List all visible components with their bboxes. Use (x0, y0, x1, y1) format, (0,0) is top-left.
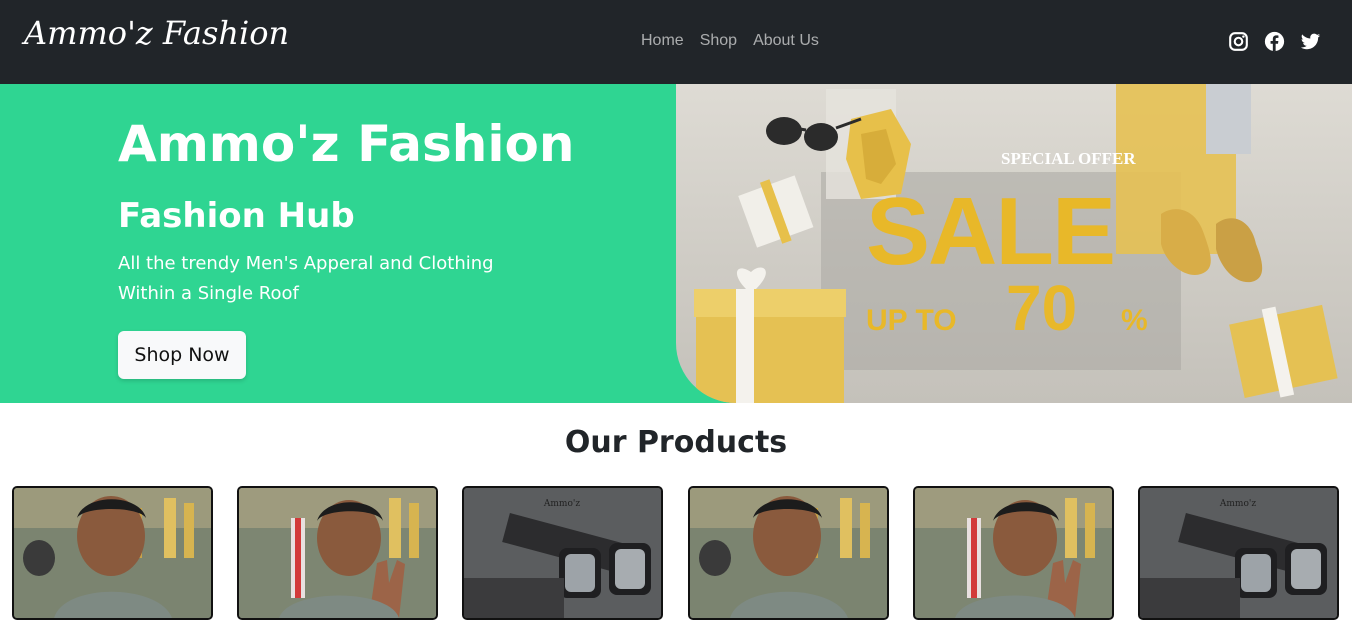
banner-offer-value: 70 (1006, 272, 1077, 344)
product-image (690, 488, 887, 618)
hero-section: Ammo'z Fashion Fashion Hub All the trend… (0, 84, 1352, 403)
product-card[interactable] (12, 486, 213, 620)
twitter-icon[interactable] (1300, 31, 1321, 52)
products-section-title: Our Products (564, 425, 788, 460)
product-image (915, 488, 1112, 618)
social-links (1228, 31, 1321, 52)
product-card[interactable]: Ammo'z (1138, 486, 1339, 620)
hero-description: All the trendy Men's Apperal and Clothin… (118, 253, 494, 304)
product-card[interactable] (913, 486, 1114, 620)
brand-logo[interactable]: Ammo'z Fashion (24, 14, 289, 52)
product-image: Ammo'z (464, 488, 661, 618)
hero-subtitle: Fashion Hub (118, 196, 355, 236)
product-image (239, 488, 436, 618)
nav-link-shop[interactable]: Shop (700, 32, 737, 50)
banner-offer-suffix: % (1121, 304, 1148, 337)
gift-box-large-decoration (696, 304, 844, 403)
nav-link-home[interactable]: Home (641, 32, 684, 50)
product-image: Ammo'z (1140, 488, 1337, 618)
sale-banner-graphic: SPECIAL OFFER SALE UP TO 70 % (694, 84, 1338, 403)
facebook-icon[interactable] (1264, 31, 1285, 52)
product-card[interactable] (237, 486, 438, 620)
banner-offer-prefix: UP TO (866, 304, 957, 337)
product-overlay-text: Ammo'z (1219, 499, 1256, 509)
shop-now-button[interactable]: Shop Now (118, 331, 246, 379)
banner-tag: SPECIAL OFFER (1001, 149, 1136, 168)
instagram-icon[interactable] (1228, 31, 1249, 52)
hero-title: Ammo'z Fashion (118, 115, 575, 173)
nav-links: Home Shop About Us (641, 32, 819, 50)
nav-link-about-us[interactable]: About Us (753, 32, 819, 50)
product-card[interactable]: Ammo'z (462, 486, 663, 620)
sale-banner-image: SPECIAL OFFER SALE UP TO 70 % (676, 84, 1352, 403)
sunglasses-decoration (766, 117, 802, 145)
product-card[interactable] (688, 486, 889, 620)
product-overlay-text: Ammo'z (543, 499, 580, 509)
navbar: Ammo'z Fashion Home Shop About Us (0, 0, 1352, 84)
product-image (14, 488, 211, 618)
banner-headline: SALE (866, 178, 1114, 285)
